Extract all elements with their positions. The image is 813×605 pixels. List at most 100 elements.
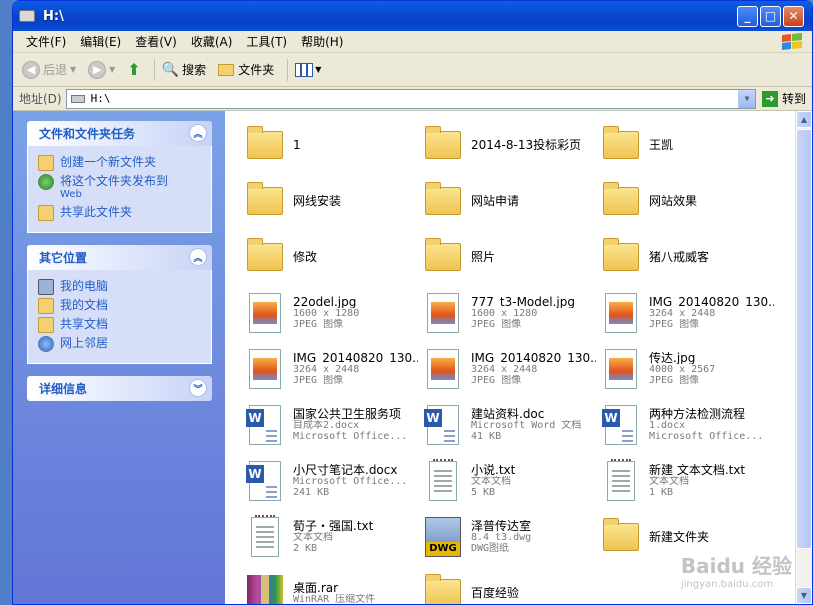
scroll-up-icon[interactable]: ▲ [796,111,812,128]
views-button[interactable]: ▼ [292,57,324,83]
file-meta: 文本文档 [293,532,333,543]
menu-help[interactable]: 帮助(H) [294,33,350,50]
file-item[interactable]: 小说.txt 文本文档 5 KB [421,453,599,509]
minimize-button[interactable]: _ [737,5,758,27]
task-new-folder[interactable]: 创建一个新文件夹 [38,155,203,171]
file-item[interactable]: W 国家公共卫生服务项 目成本2.docx Microsoft Office... [243,397,421,453]
file-item[interactable]: W 建站资料.doc Microsoft Word 文档 41 KB [421,397,599,453]
search-button[interactable]: 🔍 搜索 [159,57,209,83]
file-item[interactable]: 传达.jpg 4000 x 2567 JPEG 图像 [599,341,777,397]
task-publish-web[interactable]: 将这个文件夹发布到 Web [38,174,203,202]
file-item[interactable]: W 小尺寸笔记本.docx Microsoft Office... 241 KB [243,453,421,509]
file-meta: 3264 x 2448 [471,364,538,375]
file-meta: 1600 x 1280 [293,308,360,319]
file-item[interactable]: 网线安装 [243,173,421,229]
file-item[interactable]: 百度经验 [421,565,599,604]
collapse-icon[interactable]: ︽ [189,124,207,142]
file-item[interactable]: IMG_20140820_130... 3264 x 2448 JPEG 图像 [243,341,421,397]
file-name: 百度经验 [471,587,520,599]
jpeg-image-icon [599,347,643,391]
windows-logo-icon [782,33,802,50]
scroll-thumb[interactable] [796,129,812,549]
jpeg-image-icon [243,347,287,391]
place-my-computer[interactable]: 我的电脑 [38,279,203,295]
file-item[interactable]: 修改 [243,229,421,285]
expand-icon[interactable]: ︾ [189,379,207,397]
file-item[interactable]: 荀子・强国.txt 文本文档 2 KB [243,509,421,565]
file-item[interactable]: 猪八戒威客 [599,229,777,285]
file-item[interactable]: 22odel.jpg 1600 x 1280 JPEG 图像 [243,285,421,341]
close-button[interactable]: ✕ [783,5,804,27]
text-document-icon [599,459,643,503]
chevron-down-icon[interactable]: ▼ [737,89,755,108]
explorer-window: H:\ _ □ ✕ 文件(F) 编辑(E) 查看(V) 收藏(A) 工具(T) … [12,0,813,605]
up-button[interactable]: ⬆ [124,57,143,83]
file-name: 猪八戒威客 [649,251,710,263]
file-item[interactable]: 桌面.rar WinRAR 压缩文件 [243,565,421,604]
menu-file[interactable]: 文件(F) [19,33,73,50]
file-item[interactable]: 照片 [421,229,599,285]
file-name: 777_t3-Model.jpg [471,296,575,308]
folders-button[interactable]: 文件夹 [215,57,277,83]
panel-header[interactable]: 文件和文件夹任务 ︽ [27,121,212,146]
file-name: IMG_20140820_130... [649,296,774,308]
task-share-folder[interactable]: 共享此文件夹 [38,205,203,221]
file-item[interactable]: IMG_20140820_130... 3264 x 2448 JPEG 图像 [599,285,777,341]
file-name: 两种方法检测流程 [649,408,746,420]
vertical-scrollbar[interactable]: ▲ ▼ [795,111,812,604]
menu-favorites[interactable]: 收藏(A) [184,33,240,50]
place-shared-documents[interactable]: 共享文档 [38,317,203,333]
address-bar: 地址(D) H:\ ▼ ➜ 转到 [13,87,812,111]
file-tasks-panel: 文件和文件夹任务 ︽ 创建一个新文件夹 将这个文件夹发布到 Web 共享此文件夹 [27,121,212,233]
jpeg-image-icon [243,291,287,335]
file-meta: JPEG 图像 [293,375,344,386]
file-meta: 8.4_t3.dwg [471,532,532,543]
panel-header[interactable]: 其它位置 ︽ [27,245,212,270]
address-field[interactable]: H:\ ▼ [65,88,756,109]
file-item[interactable]: 新建 文本文档.txt 文本文档 1 KB [599,453,777,509]
address-label: 地址(D) [19,92,62,106]
title-bar[interactable]: H:\ _ □ ✕ [13,1,812,31]
maximize-button[interactable]: □ [760,5,781,27]
file-meta: 5 KB [471,487,496,498]
forward-button[interactable]: ▶ ▼ [85,57,118,83]
word-document-icon: W [243,403,287,447]
place-my-documents[interactable]: 我的文档 [38,298,203,314]
word-document-icon: W [421,403,465,447]
file-item[interactable]: 777_t3-Model.jpg 1600 x 1280 JPEG 图像 [421,285,599,341]
file-item[interactable]: IMG_20140820_130... 3264 x 2448 JPEG 图像 [421,341,599,397]
file-name: 新建文件夹 [649,531,710,543]
file-meta: 41 KB [471,431,502,442]
baidu-watermark: Baidu 经验 jingyan.baidu.com [680,554,792,590]
file-meta: 3264 x 2448 [649,308,716,319]
share-folder-icon [38,205,54,221]
file-item[interactable]: 2014-8-13投标彩页 [421,117,599,173]
file-item[interactable]: DWG 泽普传达室 8.4_t3.dwg DWG图纸 [421,509,599,565]
file-meta: 文本文档 [471,476,511,487]
file-name: 荀子・强国.txt [293,520,374,532]
menu-edit[interactable]: 编辑(E) [73,33,128,50]
file-item[interactable]: 王凯 [599,117,777,173]
file-name: 桌面.rar [293,581,339,594]
file-item[interactable]: 网站效果 [599,173,777,229]
file-meta: 2 KB [293,543,318,554]
folder-icon [599,235,643,279]
address-value: H:\ [90,92,111,105]
folder-icon [599,515,643,559]
jpeg-image-icon [421,291,465,335]
file-item[interactable]: W 两种方法检测流程 1.docx Microsoft Office... [599,397,777,453]
menu-view[interactable]: 查看(V) [128,33,184,50]
file-name: 照片 [471,251,496,263]
place-network[interactable]: 网上邻居 [38,336,203,352]
panel-header[interactable]: 详细信息 ︾ [27,376,212,401]
scroll-down-icon[interactable]: ▼ [796,587,812,604]
go-button[interactable]: ➜ 转到 [761,90,806,107]
folder-icon [421,571,465,604]
file-item[interactable]: 网站申请 [421,173,599,229]
folder-icon [243,179,287,223]
back-button[interactable]: ◀ 后退 ▼ [19,57,79,83]
file-item[interactable]: 1 [243,117,421,173]
file-name: 传达.jpg [649,352,696,364]
menu-tools[interactable]: 工具(T) [239,33,294,50]
collapse-icon[interactable]: ︽ [189,248,207,266]
